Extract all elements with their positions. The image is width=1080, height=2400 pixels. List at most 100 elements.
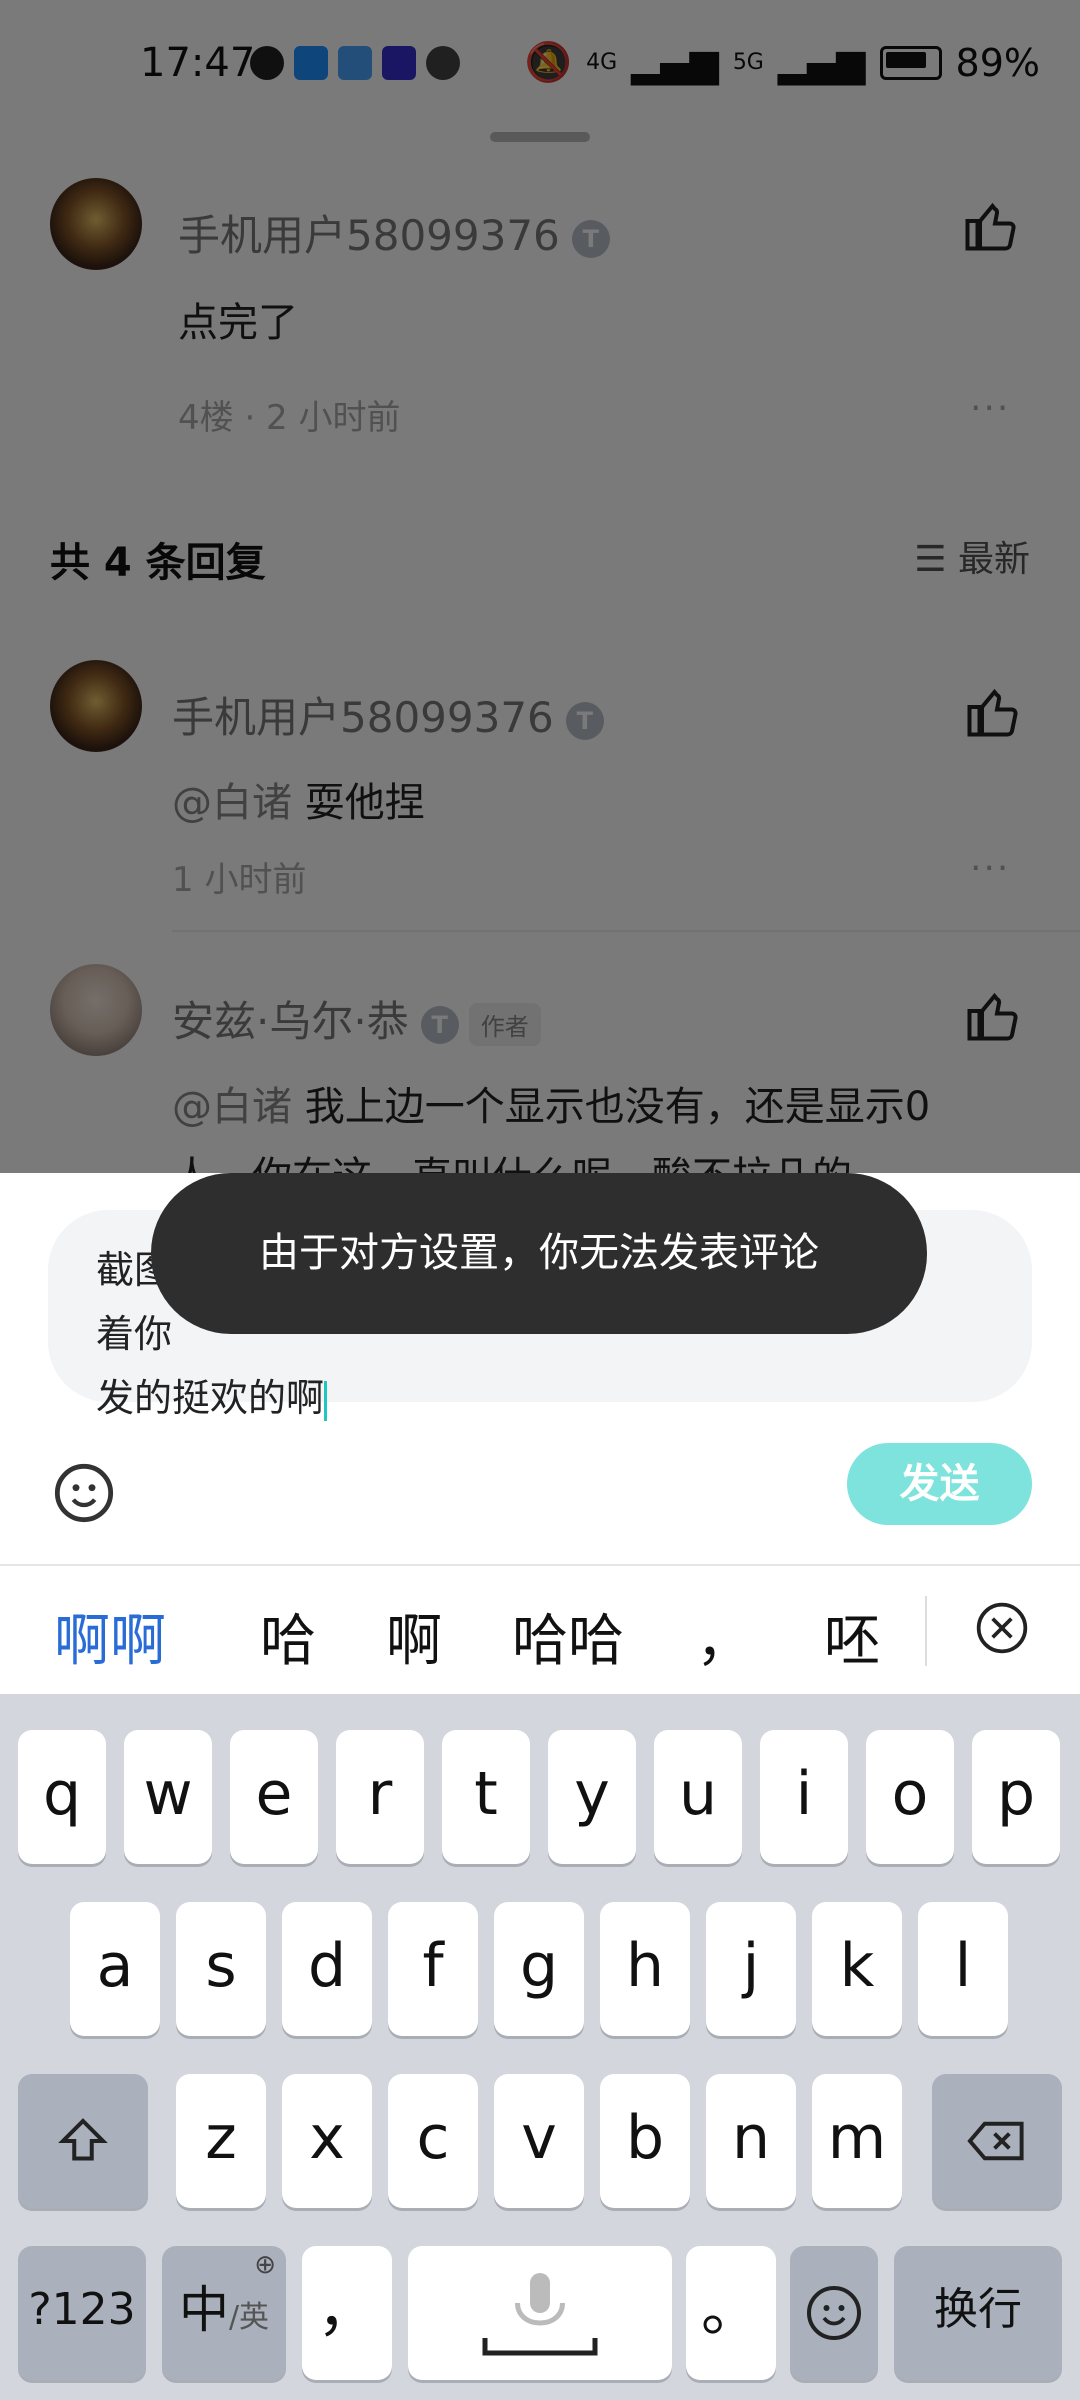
network-4g: 4G (586, 50, 618, 75)
key-i[interactable]: i (760, 1730, 848, 1864)
battery-icon (879, 45, 942, 80)
send-button[interactable]: 发送 (847, 1443, 1032, 1525)
enter-key[interactable]: 换行 (894, 2246, 1062, 2380)
sort-label: 最新 (957, 539, 1030, 580)
key-g[interactable]: g (494, 1902, 584, 2036)
sort-icon: ☰ (914, 539, 958, 580)
emoji-key[interactable] (790, 2246, 878, 2380)
status-right: 🔕 4G ▂▄▆ 5G ▂▄▆ 89% (525, 40, 1040, 85)
like-icon[interactable] (962, 682, 1022, 742)
input-line2: 发的挺欢的啊 (96, 1376, 325, 1420)
key-d[interactable]: d (282, 1902, 372, 2036)
key-w[interactable]: w (124, 1730, 212, 1864)
period-key[interactable]: 。 (686, 2246, 776, 2380)
lang-sub-label: /英 (228, 2300, 270, 2335)
like-icon[interactable] (962, 986, 1022, 1046)
shift-key[interactable] (18, 2074, 148, 2208)
backspace-key[interactable] (932, 2074, 1062, 2208)
key-k[interactable]: k (812, 1902, 902, 2036)
key-v[interactable]: v (494, 2074, 584, 2208)
comma-key[interactable]: ， (302, 2246, 392, 2380)
close-candidates-icon[interactable] (974, 1600, 1030, 1656)
reply-text-line2: 人，你在这一直叫什么呢，酸不拉几的 (172, 1144, 852, 1173)
toast-message: 由于对方设置，你无法发表评论 (151, 1173, 927, 1334)
key-j[interactable]: j (706, 1902, 796, 2036)
key-p[interactable]: p (972, 1730, 1060, 1864)
key-o[interactable]: o (866, 1730, 954, 1864)
key-x[interactable]: x (282, 2074, 372, 2208)
key-r[interactable]: r (336, 1730, 424, 1864)
key-f[interactable]: f (388, 1902, 478, 2036)
reply-username-row[interactable]: 安兹·乌尔·恭 T 作者 (172, 988, 541, 1049)
replies-count-title: 共 4 条回复 (50, 540, 266, 586)
key-h[interactable]: h (600, 1902, 690, 2036)
more-options-icon[interactable]: ··· (970, 848, 1010, 889)
backspace-icon (967, 2122, 1024, 2161)
key-b[interactable]: b (600, 2074, 690, 2208)
num-key[interactable]: ?123 (18, 2246, 146, 2380)
signal-icon-2: ▂▄▆ (777, 40, 866, 85)
divider (172, 930, 1080, 932)
more-options-icon[interactable]: ··· (970, 388, 1010, 429)
emoji-keyboard-icon (807, 2286, 861, 2341)
sort-button[interactable]: ☰ 最新 (914, 530, 1030, 582)
candidate-item[interactable]: ， (696, 1596, 752, 1677)
wechat-icon (426, 46, 460, 80)
reply-text: @白诸 我上边一个显示也没有，还是显示0 (172, 1074, 930, 1132)
key-c[interactable]: c (388, 2074, 478, 2208)
mention-link[interactable]: @白诸 (172, 780, 292, 826)
key-m[interactable]: m (812, 2074, 902, 2208)
reply-text: @白诸 耍他捏 (172, 770, 425, 828)
reply-username[interactable]: 安兹·乌尔·恭 (172, 997, 409, 1046)
battery-level: 89% (955, 40, 1040, 85)
search-app-icon (294, 46, 328, 80)
candidate-item[interactable]: 啊啊 (54, 1596, 166, 1677)
like-icon[interactable] (960, 196, 1020, 256)
signal-icon: ▂▄▆ (631, 40, 719, 85)
key-z[interactable]: z (176, 2074, 266, 2208)
author-tag: 作者 (468, 1003, 541, 1046)
space-key[interactable] (408, 2246, 672, 2380)
key-e[interactable]: e (230, 1730, 318, 1864)
key-t[interactable]: t (442, 1730, 530, 1864)
emoji-icon[interactable] (52, 1461, 116, 1525)
candidate-item[interactable]: 哈哈 (512, 1596, 624, 1677)
level-badge-icon: T (420, 1005, 459, 1044)
reply-body: 耍他捏 (304, 780, 425, 826)
key-s[interactable]: s (176, 1902, 266, 2036)
level-badge-icon: T (565, 701, 604, 740)
input-line1-right: 着你 (96, 1312, 173, 1356)
network-5g: 5G (732, 50, 764, 75)
key-a[interactable]: a (70, 1902, 160, 2036)
candidate-item[interactable]: 啊 (386, 1596, 442, 1677)
lang-main-label: 中 (178, 2281, 229, 2339)
avatar[interactable] (50, 964, 142, 1056)
comment-meta: 4楼 · 2 小时前 (178, 398, 401, 438)
reply-username[interactable]: 手机用户58099376 (172, 693, 554, 742)
shift-icon (58, 2118, 108, 2161)
comment-username[interactable]: 手机用户58099376 (178, 211, 560, 260)
key-n[interactable]: n (706, 2074, 796, 2208)
candidate-item[interactable]: 呸 (824, 1596, 880, 1677)
candidate-divider (925, 1596, 927, 1666)
reply-username-row[interactable]: 手机用户58099376 T (172, 684, 604, 745)
key-u[interactable]: u (654, 1730, 742, 1864)
key-l[interactable]: l (918, 1902, 1008, 2036)
comment-thread: 17:47 🔕 4G ▂▄▆ 5G ▂▄▆ 89% 手机用户58099376 T … (0, 0, 1080, 1173)
sheet-drag-handle[interactable] (490, 132, 590, 142)
avatar[interactable] (50, 660, 142, 752)
microphone-icon (482, 2273, 598, 2356)
avatar[interactable] (50, 178, 142, 270)
level-badge-icon: T (571, 219, 610, 258)
soft-keyboard: q w e r t y u i o p a s d f g h j k l z … (0, 1694, 1080, 2400)
key-q[interactable]: q (18, 1730, 106, 1864)
candidate-item[interactable]: 哈 (260, 1596, 316, 1677)
comment-username-row[interactable]: 手机用户58099376 T (178, 202, 610, 263)
key-y[interactable]: y (548, 1730, 636, 1864)
mention-link[interactable]: @白诸 (172, 1084, 292, 1130)
globe-icon: ⊕ (254, 2250, 276, 2280)
status-time: 17:47 (140, 40, 256, 86)
lang-switch-key[interactable]: ⊕ 中/英 (162, 2246, 286, 2380)
status-bar: 17:47 🔕 4G ▂▄▆ 5G ▂▄▆ 89% (0, 0, 1080, 130)
reply-meta: 1 小时前 (172, 860, 307, 900)
